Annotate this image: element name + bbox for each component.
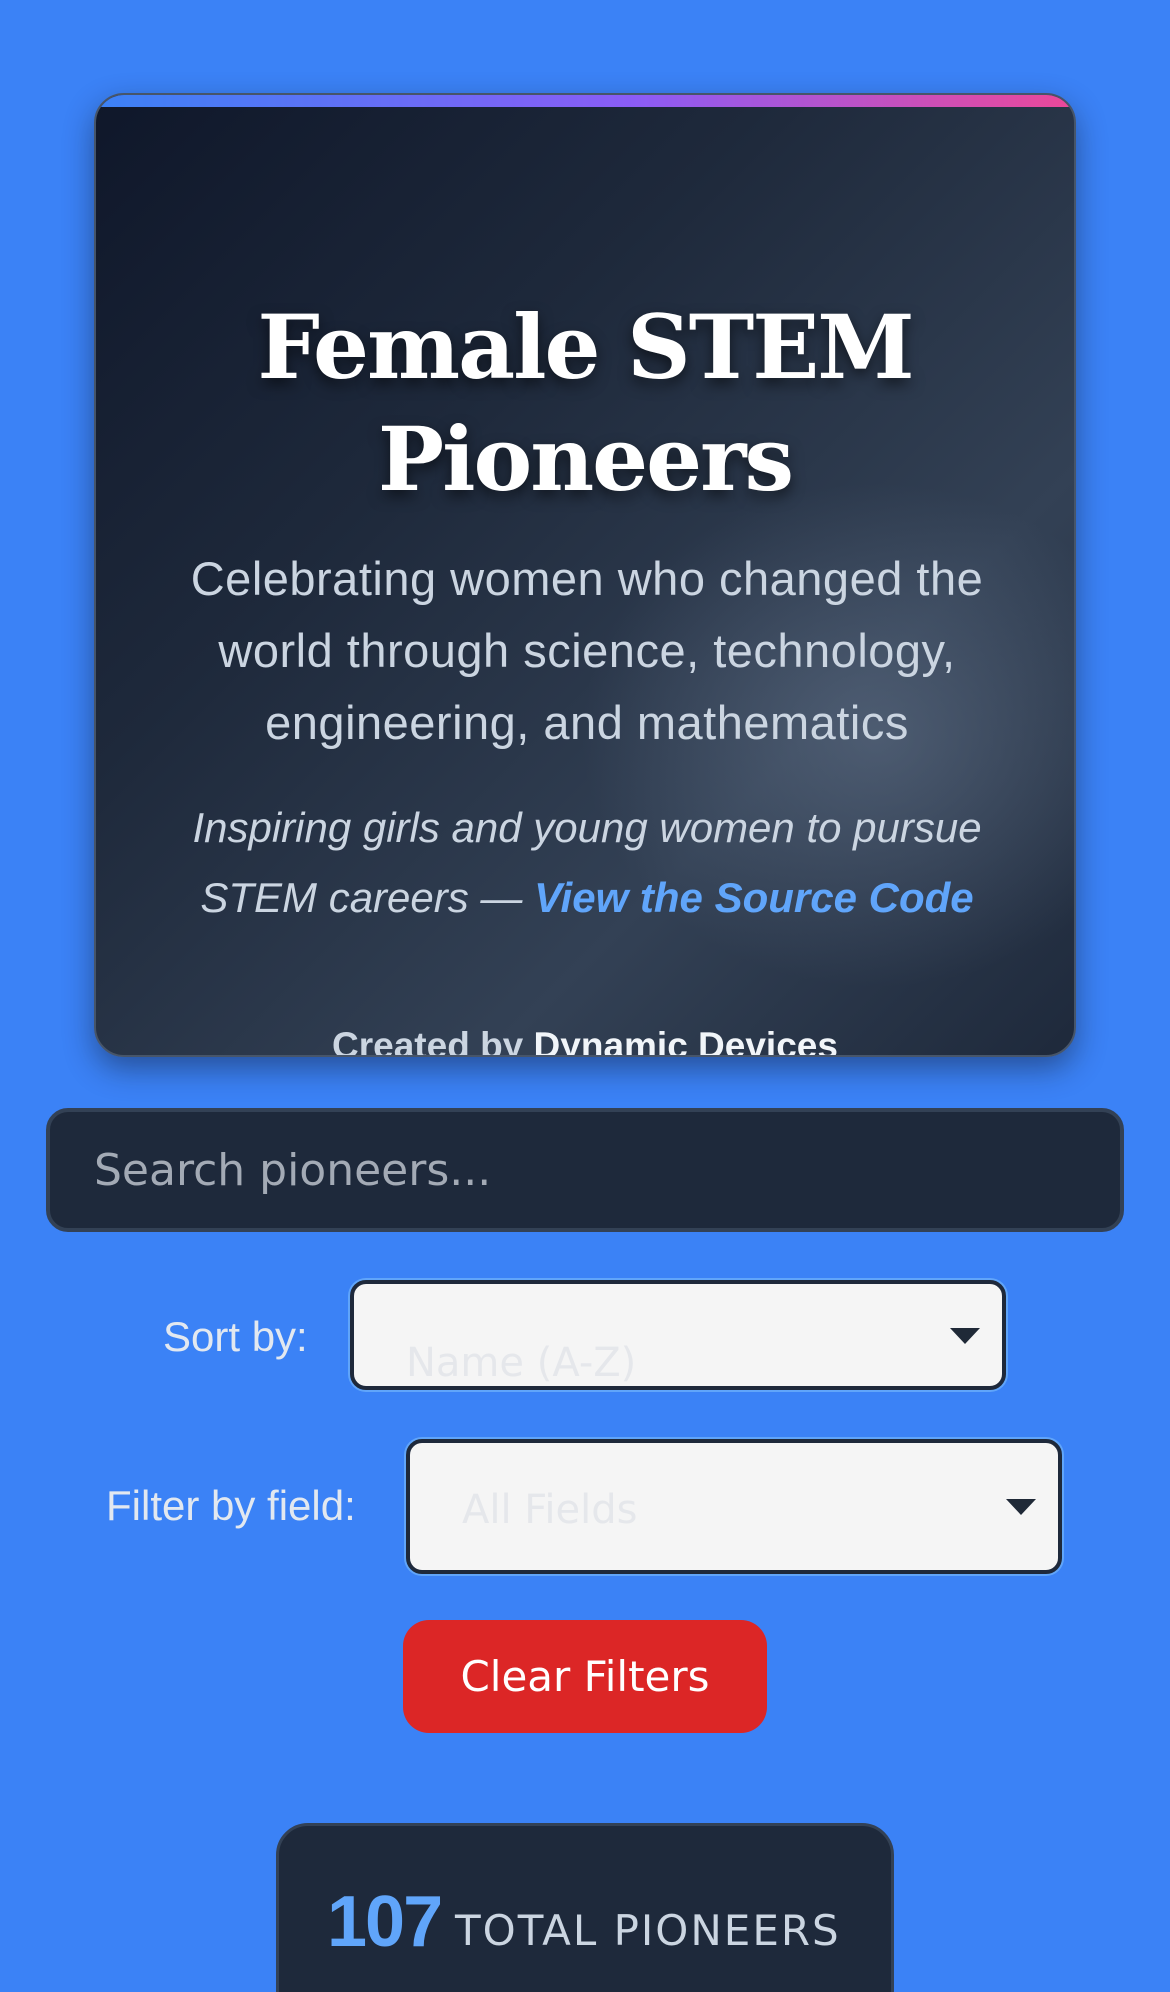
total-pioneers-count: 107 [327, 1882, 443, 1962]
title-line-1: Female STEM [257, 295, 914, 399]
total-pioneers-label: TOTAL PIONEERS [455, 1906, 841, 1955]
filter-label: Filter by field: [106, 1482, 356, 1529]
credit-line: Created by Dynamic Devices [96, 1021, 1074, 1057]
chevron-down-icon [1006, 1499, 1036, 1515]
total-pioneers-card: 107 TOTAL PIONEERS [276, 1823, 894, 1992]
sort-selected-value: Name (A-Z) [406, 1340, 637, 1386]
page-title: Female STEM Pioneers [96, 291, 1074, 515]
hero-subtitle: Celebrating women who changed the world … [190, 552, 984, 749]
hero-tagline: Inspiring girls and young women to pursu… [156, 793, 1018, 933]
page: Female STEM Pioneers Celebrating women wh… [0, 0, 1170, 1992]
title-line-2: Pioneers [377, 407, 794, 511]
credit-brand: Dynamic Devices [533, 1025, 838, 1057]
sort-select[interactable]: Name (A-Z) [350, 1280, 1006, 1390]
chevron-down-icon [950, 1328, 980, 1344]
search-input[interactable] [46, 1108, 1124, 1232]
field-filter-select[interactable]: All Fields [406, 1439, 1062, 1574]
filter-selected-value: All Fields [462, 1487, 638, 1533]
credit-prefix: Created by [332, 1025, 534, 1057]
hero-card: Female STEM Pioneers Celebrating women wh… [94, 93, 1076, 1057]
hero-gradient-bar [96, 95, 1074, 107]
clear-filters-button[interactable]: Clear Filters [403, 1620, 767, 1733]
source-code-link[interactable]: View the Source Code [534, 874, 974, 921]
sort-label: Sort by: [163, 1313, 308, 1360]
